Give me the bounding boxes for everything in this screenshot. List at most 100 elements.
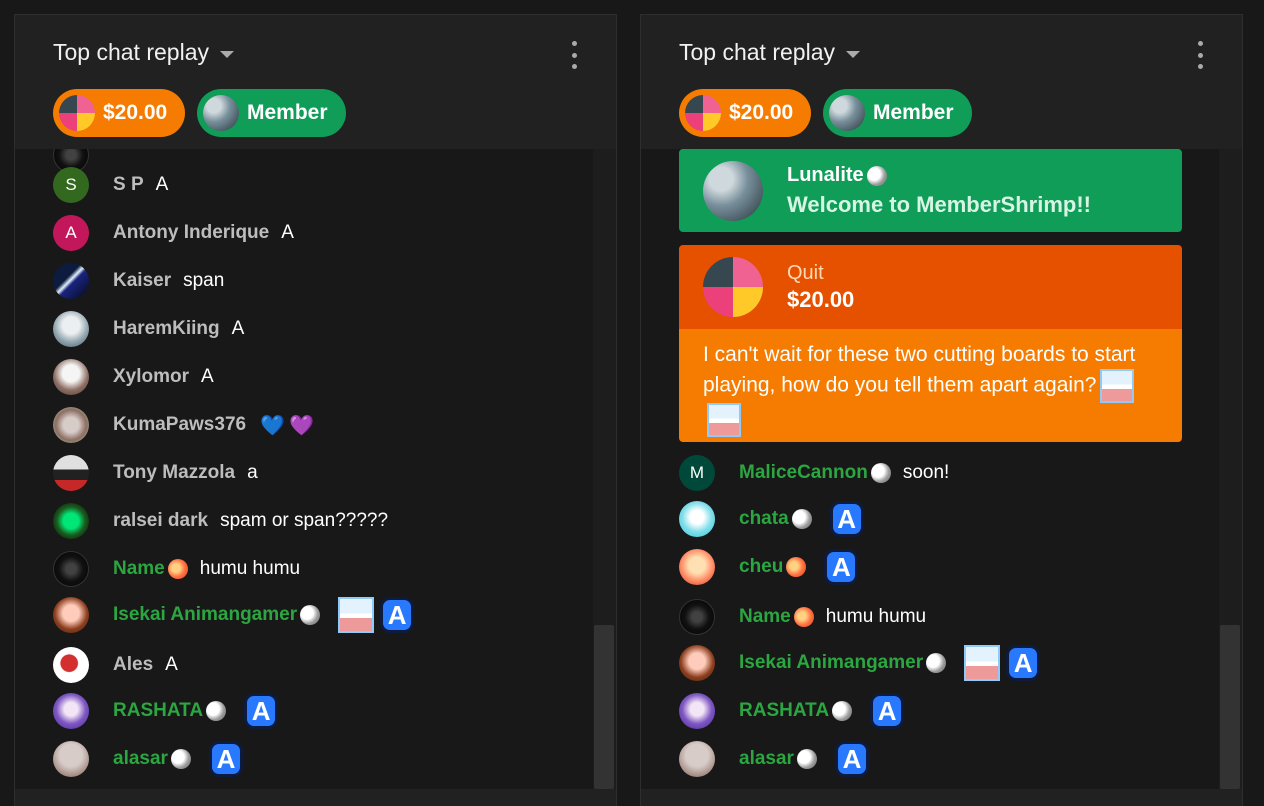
author-name[interactable]: Xylomor xyxy=(113,366,189,388)
chat-message-list[interactable]: S S P A A Antony Inderique A Kaiser span… xyxy=(15,149,593,789)
author-name[interactable]: Name xyxy=(113,558,188,580)
avatar: M xyxy=(679,455,715,491)
chat-message: chata A xyxy=(679,499,864,539)
chat-footer xyxy=(641,789,1242,806)
chat-panel-right: Top chat replay $20.00 Member Lunalite W… xyxy=(640,14,1243,806)
author-name[interactable]: chata xyxy=(739,508,812,530)
message-text: humu humu xyxy=(825,606,927,627)
member-badge-icon xyxy=(796,748,817,769)
chip-amount: $20.00 xyxy=(729,101,794,124)
purple-heart-emoji: 💜 xyxy=(288,414,314,437)
chat-footer xyxy=(15,789,616,806)
avatar xyxy=(679,693,715,729)
a-emote-icon: A xyxy=(1006,645,1041,681)
message-text: a xyxy=(247,462,258,483)
superchat-ticker-chip[interactable]: $20.00 xyxy=(53,89,186,137)
avatar xyxy=(53,647,89,683)
member-badge-icon xyxy=(926,652,947,673)
avatar xyxy=(53,311,89,347)
chat-message: Isekai Animangamer A xyxy=(679,643,1041,683)
author-name[interactable]: cheu xyxy=(739,556,807,578)
member-ticker-chip[interactable]: Member xyxy=(197,89,346,137)
chat-mode-dropdown[interactable]: Top chat replay xyxy=(53,39,234,66)
member-badge-icon xyxy=(793,606,814,627)
chip-label: Member xyxy=(873,101,954,124)
author-name[interactable]: Isekai Animangamer xyxy=(113,604,321,626)
author-name[interactable]: alasar xyxy=(739,748,817,770)
chat-message: RASHATA A xyxy=(679,691,905,731)
more-options-icon[interactable] xyxy=(1194,41,1206,69)
a-emote-icon: A xyxy=(380,597,415,633)
author-name[interactable]: MaliceCannon xyxy=(739,462,891,484)
chat-message: RASHATA A xyxy=(53,691,279,731)
avatar xyxy=(679,549,715,585)
face-emote-icon xyxy=(707,403,741,437)
message-text: A xyxy=(201,366,214,387)
chat-message: Name humu humu xyxy=(679,597,926,637)
membership-message: Welcome to MemberShrimp!! xyxy=(787,192,1091,217)
scrollbar-thumb[interactable] xyxy=(594,625,614,789)
member-ticker-chip[interactable]: Member xyxy=(823,89,972,137)
chat-mode-dropdown[interactable]: Top chat replay xyxy=(679,39,860,66)
author-name[interactable]: S P xyxy=(113,174,144,196)
chat-header: Top chat replay $20.00 Member xyxy=(15,15,616,149)
author-name[interactable]: Tony Mazzola xyxy=(113,462,235,484)
avatar xyxy=(679,645,715,681)
chat-message: Name humu humu xyxy=(53,549,300,589)
avatar xyxy=(685,95,721,131)
member-badge-icon xyxy=(870,462,891,483)
author-name[interactable]: Antony Inderique xyxy=(113,222,269,244)
superchat-card: Quit $20.00 I can't wait for these two c… xyxy=(679,245,1182,442)
author-name[interactable]: KumaPaws376 xyxy=(113,414,246,436)
chip-amount: $20.00 xyxy=(103,101,168,124)
a-emote-icon: A xyxy=(244,693,279,729)
more-options-icon[interactable] xyxy=(568,41,580,69)
chat-message: cheu A xyxy=(679,547,859,587)
avatar xyxy=(829,95,865,131)
author-name[interactable]: ralsei dark xyxy=(113,510,208,532)
author-name[interactable]: alasar xyxy=(113,748,191,770)
chat-message: Xylomor A xyxy=(53,357,214,397)
chat-message: alasar A xyxy=(679,739,869,779)
member-badge-icon xyxy=(170,748,191,769)
scrollbar-thumb[interactable] xyxy=(1220,625,1240,789)
chat-message: Isekai Animangamer A xyxy=(53,595,415,635)
member-name[interactable]: Lunalite xyxy=(787,164,887,187)
message-text: soon! xyxy=(902,462,950,483)
author-name[interactable]: Isekai Animangamer xyxy=(739,652,947,674)
member-badge-icon xyxy=(832,700,853,721)
author-name[interactable]: Kaiser xyxy=(113,270,171,292)
superchat-ticker-chip[interactable]: $20.00 xyxy=(679,89,812,137)
avatar xyxy=(59,95,95,131)
chat-message: Kaiser span xyxy=(53,261,224,301)
avatar xyxy=(53,503,89,539)
a-emote-icon: A xyxy=(824,549,859,585)
member-badge-icon xyxy=(786,556,807,577)
chat-message: KumaPaws376 💙 💜 xyxy=(53,405,314,445)
superchat-message: I can't wait for these two cutting board… xyxy=(703,341,1153,437)
author-name[interactable]: Ales xyxy=(113,654,153,676)
avatar xyxy=(53,455,89,491)
chat-message: ralsei dark spam or span????? xyxy=(53,501,388,541)
chat-message: A Antony Inderique A xyxy=(53,213,294,253)
message-text: A xyxy=(155,174,169,195)
chip-label: Member xyxy=(247,101,328,124)
avatar xyxy=(703,161,763,221)
author-name[interactable]: RASHATA xyxy=(113,700,227,722)
author-name[interactable]: HaremKiing xyxy=(113,318,220,340)
avatar xyxy=(203,95,239,131)
superchat-author[interactable]: Quit xyxy=(787,262,824,285)
blue-heart-emoji: 💙 xyxy=(260,414,285,437)
member-badge-icon xyxy=(866,165,887,186)
chat-message: alasar A xyxy=(53,739,243,779)
avatar xyxy=(53,359,89,395)
author-name[interactable]: RASHATA xyxy=(739,700,853,722)
a-emote-icon: A xyxy=(208,741,243,777)
avatar xyxy=(53,407,89,443)
author-name[interactable]: Name xyxy=(739,606,814,628)
a-emote-icon: A xyxy=(829,501,864,537)
superchat-body: I can't wait for these two cutting board… xyxy=(679,329,1182,442)
face-emote-icon xyxy=(964,645,1001,681)
message-text: A xyxy=(165,654,178,675)
member-badge-icon xyxy=(206,700,227,721)
